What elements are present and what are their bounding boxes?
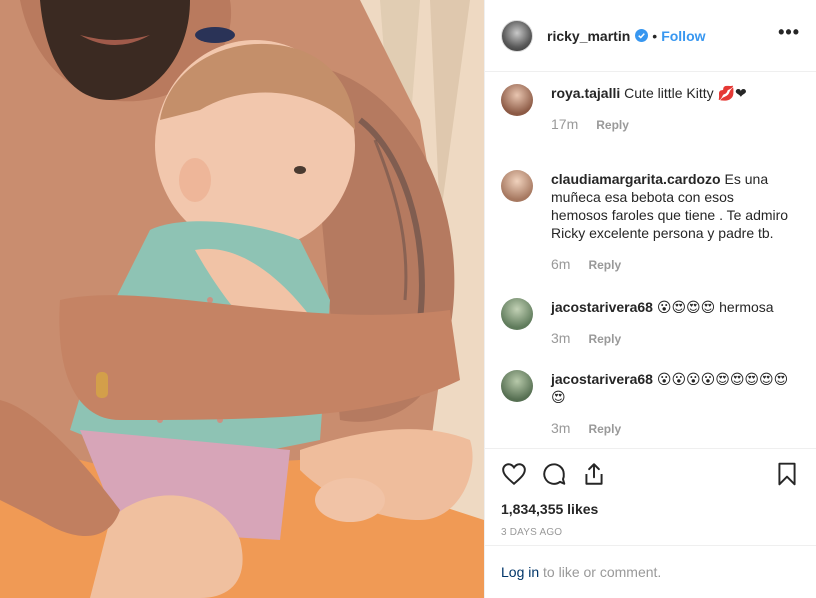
comment-item: claudiamargarita.cardozo Es una muñeca e… [501,170,800,298]
login-prompt-text: to like or comment. [539,564,662,580]
comment-text: 😮😍😍😍 hermosa [656,299,774,315]
commenter-username[interactable]: claudiamargarita.cardozo [551,171,721,187]
reply-button[interactable]: Reply [588,422,621,436]
comments-list[interactable]: roya.tajalli Cute little Kitty 💋❤ 17m Re… [485,72,816,448]
comment-text-block: roya.tajalli Cute little Kitty 💋❤ [551,84,791,102]
reply-button[interactable]: Reply [588,258,621,272]
comment-time: 3m [551,330,571,346]
share-icon[interactable] [581,461,607,487]
comment-time: 6m [551,256,571,272]
login-prompt: Log in to like or comment. [485,545,816,598]
comment-text-block: claudiamargarita.cardozo Es una muñeca e… [551,170,791,242]
commenter-username[interactable]: jacostarivera68 [551,299,653,315]
reply-button[interactable]: Reply [588,332,621,346]
bookmark-icon[interactable] [774,461,800,487]
comment-item: jacostarivera68 😮😮😮😮😍😍😍😍😍😍 3m Reply [501,370,800,448]
comment-text: Cute little Kitty 💋❤ [624,85,747,101]
comment-text-block: jacostarivera68 😮😍😍😍 hermosa [551,298,791,316]
comment-item: jacostarivera68 😮😍😍😍 hermosa 3m Reply [501,298,800,370]
commenter-avatar[interactable] [501,84,533,116]
post-date[interactable]: 3 DAYS AGO [501,527,800,538]
author-avatar[interactable] [501,19,533,52]
comment-time: 3m [551,420,571,436]
author-username[interactable]: ricky_martin [547,28,630,44]
reply-button[interactable]: Reply [596,118,629,132]
commenter-avatar[interactable] [501,170,533,202]
post-side-panel: ricky_martin • Follow ••• roya.tajalli C… [484,0,816,598]
post-photo[interactable] [0,0,484,598]
comment-time: 17m [551,116,579,132]
commenter-avatar[interactable] [501,298,533,330]
post-header: ricky_martin • Follow ••• [485,0,816,72]
heart-icon[interactable] [501,461,527,487]
header-separator: • [652,27,658,44]
verified-badge-icon [635,29,649,42]
follow-button[interactable]: Follow [661,28,705,44]
commenter-username[interactable]: jacostarivera68 [551,371,653,387]
commenter-username[interactable]: roya.tajalli [551,85,620,101]
likes-count[interactable]: 1,834,355 likes [501,501,800,517]
post-photo-illustration [0,0,484,598]
post-actions: 1,834,355 likes 3 DAYS AGO [485,448,816,538]
comment-item: roya.tajalli Cute little Kitty 💋❤ 17m Re… [501,84,800,170]
more-options-button[interactable]: ••• [778,23,800,45]
comment-icon[interactable] [541,461,567,487]
comment-text-block: jacostarivera68 😮😮😮😮😍😍😍😍😍😍 [551,370,791,406]
commenter-avatar[interactable] [501,370,533,402]
login-link[interactable]: Log in [501,564,539,580]
action-icons-row [501,459,800,489]
